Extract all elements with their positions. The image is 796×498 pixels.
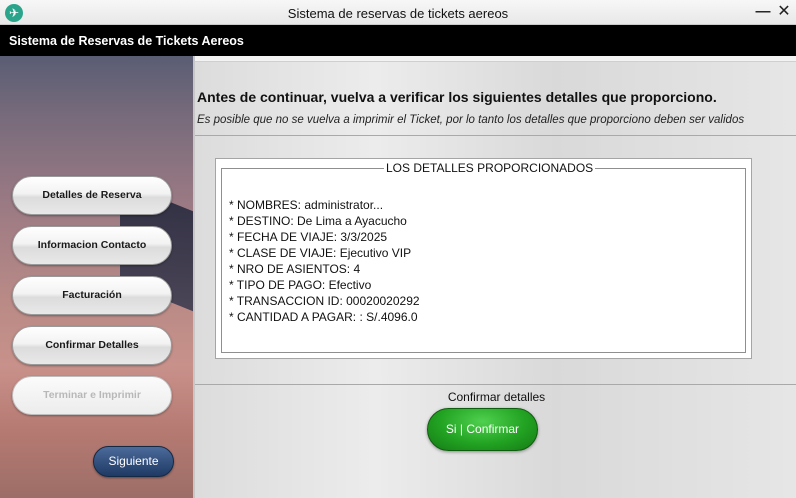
nav-confirmar-detalles-button[interactable]: Confirmar Detalles <box>12 326 172 365</box>
page-heading: Antes de continuar, vuelva a verificar l… <box>197 89 717 105</box>
nav-informacion-contacto-button[interactable]: Informacion Contacto <box>12 226 172 265</box>
page-subheading: Es posible que no se vuelva a imprimir e… <box>197 114 745 126</box>
details-panel: LOS DETALLES PROPORCIONADOS * NOMBRES: a… <box>215 158 752 359</box>
main-panel: Antes de continuar, vuelva a verificar l… <box>193 56 796 498</box>
app-header: Sistema de Reservas de Tickets Aereos <box>0 25 796 56</box>
detail-line-fecha: * FECHA DE VIAJE: 3/3/2025 <box>229 230 388 244</box>
detail-line-asientos: * NRO DE ASIENTOS: 4 <box>229 262 361 276</box>
confirm-label: Confirmar detalles <box>447 390 546 404</box>
details-legend: LOS DETALLES PROPORCIONADOS <box>384 161 596 175</box>
details-list: * NOMBRES: administrator... * DESTINO: D… <box>229 197 420 325</box>
detail-line-transaccion: * TRANSACCION ID: 00020020292 <box>229 294 420 308</box>
window-titlebar: ✈ Sistema de reservas de tickets aereos … <box>0 0 796 25</box>
top-divider <box>195 56 796 62</box>
nav-facturacion-button[interactable]: Facturación <box>12 276 172 315</box>
close-button[interactable]: ✕ <box>775 3 793 21</box>
nav-detalles-reserva-button[interactable]: Detalles de Reserva <box>12 176 172 215</box>
details-fieldset: LOS DETALLES PROPORCIONADOS * NOMBRES: a… <box>221 161 746 353</box>
detail-line-clase: * CLASE DE VIAJE: Ejecutivo VIP <box>229 246 412 260</box>
app-title: Sistema de Reservas de Tickets Aereos <box>9 34 244 48</box>
window-title: Sistema de reservas de tickets aereos <box>287 6 509 21</box>
nav-terminar-imprimir-button: Terminar e Imprimir <box>12 376 172 415</box>
confirm-button[interactable]: Si | Confirmar <box>427 408 538 451</box>
detail-line-pago: * TIPO DE PAGO: Efectivo <box>229 278 372 292</box>
divider <box>195 384 796 385</box>
sidebar: Detalles de Reserva Informacion Contacto… <box>0 56 193 498</box>
detail-line-nombres: * NOMBRES: administrator... <box>229 198 384 212</box>
divider <box>195 135 796 136</box>
detail-line-destino: * DESTINO: De Lima a Ayacucho <box>229 214 407 228</box>
minimize-button[interactable]: — <box>754 3 772 21</box>
detail-line-cantidad: * CANTIDAD A PAGAR: : S/.4096.0 <box>229 310 418 324</box>
next-button[interactable]: Siguiente <box>93 446 174 477</box>
